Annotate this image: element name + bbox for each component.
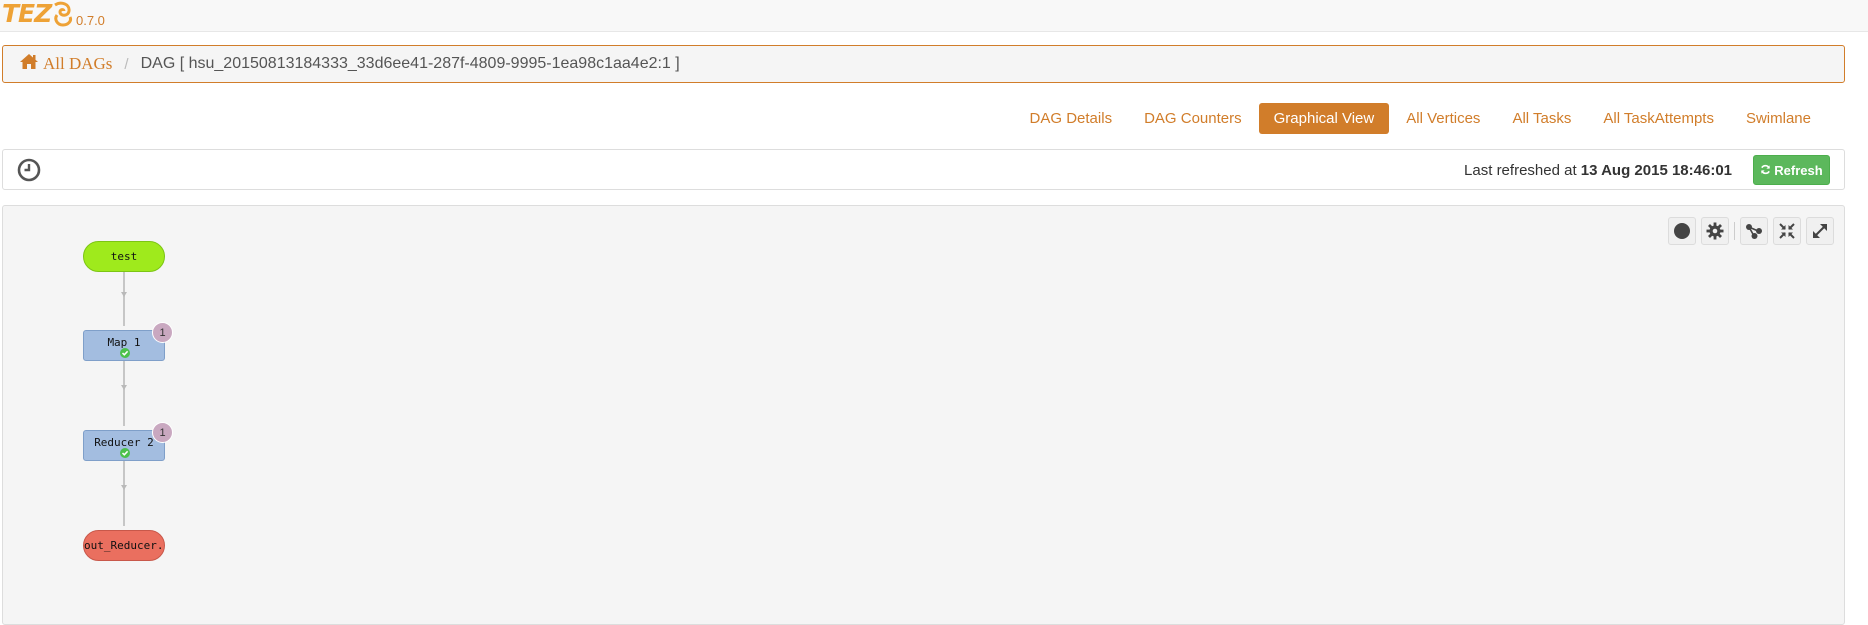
tez-logo[interactable]: TEZ bbox=[2, 0, 73, 32]
graph-node-vertex[interactable]: Map 1 1 bbox=[83, 322, 173, 361]
tab-dag-counters[interactable]: DAG Counters bbox=[1129, 103, 1257, 134]
breadcrumb-separator: / bbox=[124, 55, 129, 73]
graph-node-output[interactable]: out_Reducer.. bbox=[83, 530, 165, 561]
last-refreshed-time: 13 Aug 2015 18:46:01 bbox=[1580, 162, 1732, 179]
clock-icon[interactable] bbox=[17, 158, 41, 187]
share-icon[interactable] bbox=[1740, 217, 1768, 245]
gear-icon[interactable] bbox=[1701, 217, 1729, 245]
graph-node-vertex[interactable]: Reducer 2 1 bbox=[83, 422, 173, 461]
succeeded-icon bbox=[120, 448, 130, 458]
breadcrumb-all-dags[interactable]: All DAGs bbox=[19, 53, 112, 75]
breadcrumb-home-label: All DAGs bbox=[43, 54, 113, 73]
node-label: out_Reducer.. bbox=[84, 539, 164, 552]
breadcrumb-current-dag: DAG [ hsu_20150813184333_33d6ee41-287f-4… bbox=[140, 55, 680, 72]
logo-mark-icon bbox=[51, 1, 73, 32]
tab-swimlane[interactable]: Swimlane bbox=[1731, 103, 1826, 134]
refresh-button[interactable]: Refresh bbox=[1753, 155, 1830, 185]
edge-arrow bbox=[121, 385, 127, 390]
breadcrumb: All DAGs / DAG [ hsu_20150813184333_33d6… bbox=[2, 45, 1845, 83]
edge-arrow bbox=[121, 292, 127, 297]
home-icon bbox=[19, 53, 39, 75]
graph-edge bbox=[123, 358, 125, 426]
refresh-button-label: Refresh bbox=[1774, 162, 1823, 178]
last-refreshed-text: Last refreshed at 13 Aug 2015 18:46:01 bbox=[1464, 162, 1732, 179]
tab-all-taskattempts[interactable]: All TaskAttempts bbox=[1588, 103, 1729, 134]
edge-arrow bbox=[121, 485, 127, 490]
graph-edge bbox=[123, 268, 125, 326]
node-label: test bbox=[110, 250, 138, 263]
tab-all-vertices[interactable]: All Vertices bbox=[1391, 103, 1495, 134]
task-count-badge[interactable]: 1 bbox=[152, 422, 173, 443]
refresh-icon bbox=[1760, 163, 1771, 178]
graph-edge bbox=[123, 458, 125, 526]
expand-icon[interactable] bbox=[1806, 217, 1834, 245]
last-refreshed-prefix: Last refreshed at bbox=[1464, 162, 1577, 179]
collapse-icon[interactable] bbox=[1773, 217, 1801, 245]
top-navbar: TEZ 0.7.0 bbox=[0, 0, 1868, 32]
tab-graphical-view[interactable]: Graphical View bbox=[1258, 103, 1390, 134]
toolbar-divider bbox=[1734, 222, 1735, 240]
tab-dag-details[interactable]: DAG Details bbox=[1015, 103, 1128, 134]
graph-node-input[interactable]: test bbox=[83, 241, 165, 272]
record-icon[interactable] bbox=[1668, 217, 1696, 245]
succeeded-icon bbox=[120, 348, 130, 358]
logo-text: TEZ bbox=[2, 0, 52, 28]
refresh-status-bar: Last refreshed at 13 Aug 2015 18:46:01 R… bbox=[2, 149, 1845, 190]
tab-all-tasks[interactable]: All Tasks bbox=[1497, 103, 1586, 134]
version-label: 0.7.0 bbox=[76, 13, 105, 28]
task-count-badge[interactable]: 1 bbox=[152, 322, 173, 343]
dag-tabs: DAG Details DAG Counters Graphical View … bbox=[1013, 103, 1826, 134]
graph-toolbar bbox=[1663, 217, 1834, 245]
dag-graph-panel[interactable]: test Map 1 1 Reducer 2 1 out_Reducer.. bbox=[2, 205, 1845, 625]
